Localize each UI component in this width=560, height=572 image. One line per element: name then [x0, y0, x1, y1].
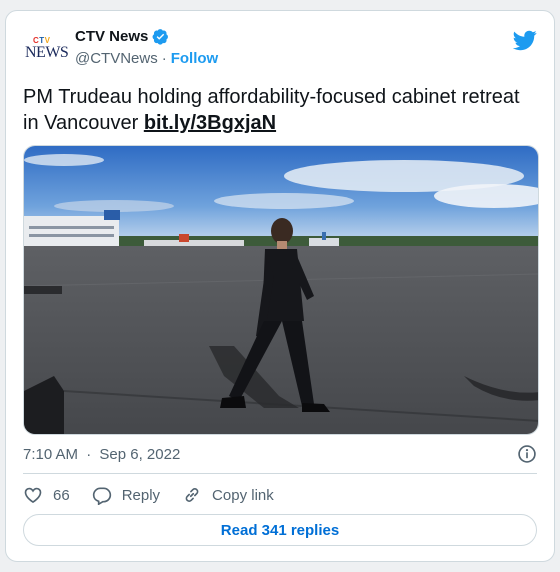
tweet-card: CTV NEWS CTV News @CTVNews · Follow PM T…: [5, 10, 555, 562]
photo-airport-tarmac: [24, 146, 538, 434]
logo-news-text: NEWS: [25, 44, 69, 61]
reply-button[interactable]: Reply: [92, 485, 160, 505]
divider: [23, 473, 537, 474]
reply-label: Reply: [121, 486, 161, 504]
reply-bubble-icon: [92, 487, 111, 505]
like-button[interactable]: 66: [23, 485, 70, 505]
verified-badge-icon: [152, 29, 169, 45]
copy-link-button[interactable]: Copy link: [182, 485, 274, 505]
tweet-text: PM Trudeau holding affordability-focused…: [23, 84, 539, 136]
tweet-time: 7:10 AM: [23, 445, 79, 463]
heart-icon: [24, 487, 42, 504]
separator-dot: ·: [161, 50, 167, 67]
link-icon: [185, 488, 199, 502]
display-name[interactable]: CTV News: [75, 28, 148, 45]
follow-button[interactable]: Follow: [171, 50, 219, 67]
handle-row: @CTVNews · Follow: [75, 50, 218, 67]
tweet-meta: 7:10 AM · Sep 6, 2022: [23, 443, 537, 465]
date-separator: ·: [86, 445, 92, 463]
tweet-date: Sep 6, 2022: [99, 445, 181, 463]
copy-link-label: Copy link: [212, 486, 274, 504]
twitter-bird-icon[interactable]: [513, 28, 537, 52]
like-count: 66: [53, 486, 70, 504]
handle[interactable]: @CTVNews: [75, 50, 158, 67]
ctv-news-logo[interactable]: CTV NEWS: [23, 30, 69, 66]
tweet-photo[interactable]: [23, 145, 539, 435]
timestamp[interactable]: 7:10 AM · Sep 6, 2022: [23, 446, 180, 463]
info-icon[interactable]: [517, 444, 537, 464]
read-replies-button[interactable]: Read 341 replies: [23, 514, 537, 546]
tweet-link[interactable]: bit.ly/3BgxjaN: [144, 112, 276, 134]
name-row: CTV News: [75, 28, 169, 45]
tweet-header: CTV NEWS CTV News @CTVNews · Follow: [23, 28, 537, 72]
action-bar: 66 Reply Copy link: [23, 483, 296, 507]
